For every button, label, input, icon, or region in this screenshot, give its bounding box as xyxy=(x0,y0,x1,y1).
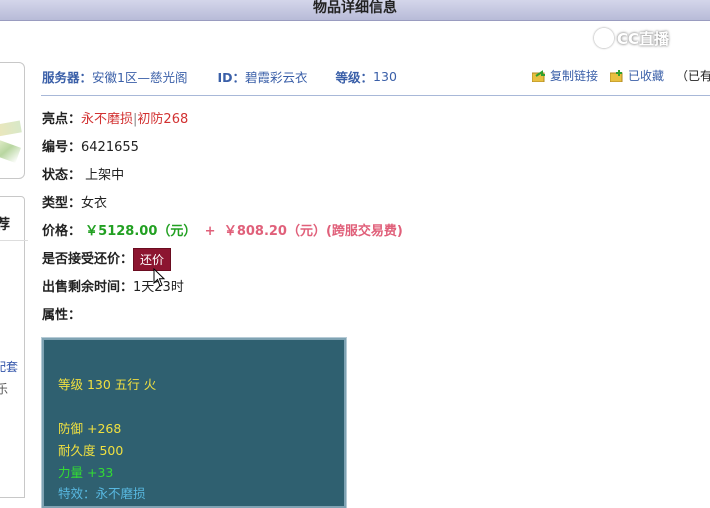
highlight-tag: 永不磨损 xyxy=(81,112,134,127)
remaining-label: 出售剩余时间： xyxy=(42,280,134,295)
copy-link-button[interactable]: 复制链接 xyxy=(550,67,598,84)
mouse-cursor-icon xyxy=(153,268,166,287)
attribute-panel: 等级 130 五行 火 防御 +268 耐久度 500 力量 +33 特效：永不… xyxy=(41,337,347,508)
level-value: 130 xyxy=(373,68,397,84)
recommend-panel xyxy=(0,196,25,498)
item-header: 服务器： 安徽1区—慈光阁 ID： 碧霞彩云衣 等级： 130 xyxy=(42,66,397,86)
level-label: 等级： xyxy=(335,69,374,85)
attr-defense: 防御 +268 xyxy=(58,421,122,436)
price-value: ￥5128.00（元） xyxy=(85,224,197,239)
price-label: 价格： xyxy=(42,224,82,239)
window-title: 物品详细信息 xyxy=(313,0,397,16)
type-value: 女衣 xyxy=(81,196,108,211)
attribute-label: 属性： xyxy=(42,308,82,323)
price-row: 价格： ￥5128.00（元） + ￥808.20（元）(跨服交易费) xyxy=(42,220,403,239)
divider xyxy=(0,240,28,241)
id-value: 碧霞彩云衣 xyxy=(245,69,308,85)
attr-strength: 力量 +33 xyxy=(58,465,114,480)
number-label: 编号： xyxy=(42,140,82,155)
attr-durability: 耐久度 500 xyxy=(58,443,124,458)
price-plus: + xyxy=(204,224,216,239)
recommend-text: 乐 xyxy=(0,382,9,396)
bargain-row: 是否接受还价： 还价 xyxy=(42,248,172,271)
status-value: 上架中 xyxy=(85,168,125,183)
clothing-image-fold xyxy=(0,139,21,163)
collected-button[interactable]: 已收藏 xyxy=(628,67,664,84)
number-value: 6421655 xyxy=(81,140,139,155)
cc-logo-icon xyxy=(594,28,614,48)
recommend-link[interactable]: 配套 xyxy=(0,358,18,375)
server-value: 安徽1区—慈光阁 xyxy=(92,69,188,85)
attr-effect: 特效：永不磨损 xyxy=(58,486,146,501)
cross-server-fee: ￥808.20（元）(跨服交易费) xyxy=(223,224,403,239)
window-titlebar: 物品详细信息 xyxy=(0,0,710,21)
highlight-tag: 初防268 xyxy=(137,112,189,127)
highlight-row: 亮点：永不磨损|初防268 xyxy=(42,108,188,127)
watermark-text: CC直播 xyxy=(617,29,670,48)
server-label: 服务器： xyxy=(42,69,93,85)
highlight-label: 亮点： xyxy=(42,112,82,127)
item-actions: 复制链接 已收藏 （已有 xyxy=(532,67,710,84)
favorite-folder-icon xyxy=(610,69,624,82)
type-label: 类型： xyxy=(42,196,82,211)
item-thumbnail[interactable] xyxy=(0,62,25,179)
clothing-image xyxy=(0,120,22,138)
type-row: 类型：女衣 xyxy=(42,192,107,211)
copy-link-icon xyxy=(532,69,546,82)
header-divider xyxy=(41,95,710,96)
recommend-heading: 荐 xyxy=(0,217,10,233)
attr-level: 等级 130 五行 火 xyxy=(58,377,157,392)
watermark-logo: CC直播 xyxy=(594,24,690,52)
status-row: 状态： 上架中 xyxy=(42,164,124,183)
status-label: 状态： xyxy=(42,168,82,183)
bargain-label: 是否接受还价： xyxy=(42,252,134,267)
collect-count: （已有 xyxy=(676,69,710,83)
id-label: ID： xyxy=(217,69,246,85)
attribute-row: 属性： xyxy=(42,304,81,323)
number-row: 编号：6421655 xyxy=(42,136,139,155)
